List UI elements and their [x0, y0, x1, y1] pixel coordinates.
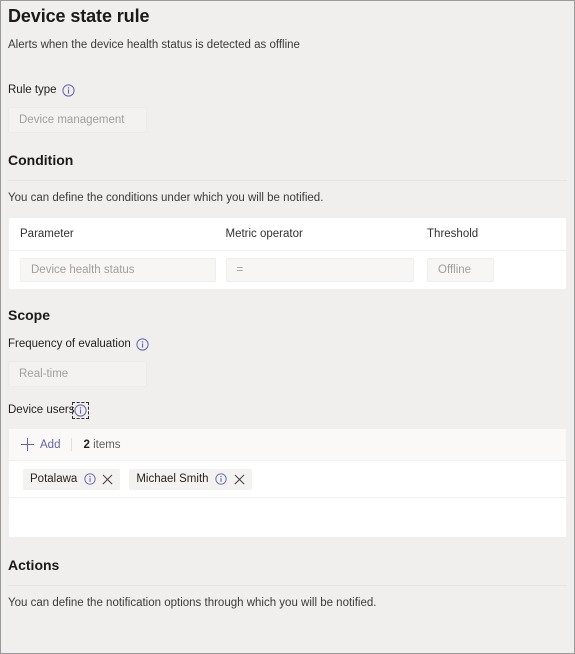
metric-operator-cell: =: [225, 258, 428, 282]
parameter-input[interactable]: Device health status: [20, 258, 216, 282]
user-chip[interactable]: Michael Smith: [129, 468, 252, 490]
condition-panel: Parameter Metric operator Threshold Devi…: [9, 218, 566, 289]
actions-description: You can define the notification options …: [8, 597, 377, 609]
condition-description: You can define the conditions under whic…: [8, 192, 324, 204]
condition-table-row: Device health status = Offline: [9, 251, 566, 289]
rule-type-field: Rule type Device management: [1, 83, 574, 133]
page-title: Device state rule: [8, 6, 150, 26]
actions-section: Actions You can define the notification …: [1, 556, 574, 611]
add-button-label: Add: [40, 438, 61, 451]
device-users-panel: Add 2 items Potalawa Michael Smith: [9, 429, 566, 537]
toolbar-separator: [71, 438, 73, 451]
threshold-cell: Offline: [427, 258, 566, 282]
items-count-value: 2: [83, 438, 90, 451]
frequency-label: Frequency of evaluation: [8, 338, 131, 350]
column-header-threshold: Threshold: [427, 228, 479, 240]
device-state-rule-page: Device state rule Alerts when the device…: [0, 0, 575, 654]
frequency-input[interactable]: Real-time: [8, 361, 147, 387]
info-icon[interactable]: [72, 402, 90, 419]
device-users-empty-area: [9, 498, 566, 537]
metric-operator-input[interactable]: =: [225, 258, 414, 282]
threshold-input[interactable]: Offline: [427, 258, 495, 282]
condition-table-header: Parameter Metric operator Threshold: [9, 218, 566, 251]
page-subtitle: Alerts when the device health status is …: [8, 39, 300, 51]
condition-divider: [8, 180, 567, 181]
close-icon[interactable]: [102, 474, 113, 485]
device-users-label: Device users: [8, 404, 75, 416]
actions-heading: Actions: [8, 557, 60, 573]
rule-type-label-row: Rule type: [8, 83, 574, 98]
rule-type-input[interactable]: Device management: [8, 107, 147, 133]
user-chip-label: Michael Smith: [136, 473, 209, 485]
condition-section: Condition You can define the conditions …: [1, 151, 574, 289]
column-header-metric-operator: Metric operator: [225, 228, 303, 240]
rule-type-label: Rule type: [8, 84, 57, 96]
parameter-cell: Device health status: [9, 258, 226, 282]
frequency-label-row: Frequency of evaluation: [8, 337, 574, 352]
scope-heading: Scope: [8, 307, 51, 323]
info-icon[interactable]: [136, 338, 149, 351]
info-icon[interactable]: [83, 473, 96, 486]
frequency-field: Frequency of evaluation Real-time: [1, 337, 574, 387]
user-chip-label: Potalawa: [30, 473, 78, 485]
device-users-label-row: Device users: [8, 402, 574, 419]
device-users-toolbar: Add 2 items: [9, 429, 566, 461]
info-icon[interactable]: [61, 84, 75, 97]
actions-divider: [8, 585, 567, 586]
info-icon[interactable]: [215, 473, 228, 486]
scope-section: Scope Frequency of evaluation Real-time …: [1, 306, 574, 537]
plus-icon: [21, 438, 34, 451]
condition-heading: Condition: [8, 152, 74, 168]
items-count-label: items: [93, 438, 121, 451]
close-icon[interactable]: [234, 474, 245, 485]
device-users-field: Device users Add 2 items Potalawa Michae…: [1, 402, 574, 537]
add-button[interactable]: Add: [21, 438, 60, 451]
items-count: 2 items: [83, 439, 120, 451]
column-header-parameter: Parameter: [20, 228, 74, 240]
user-chip[interactable]: Potalawa: [23, 468, 121, 490]
page-header: Device state rule Alerts when the device…: [1, 5, 574, 53]
device-users-chips: Potalawa Michael Smith: [9, 461, 566, 498]
